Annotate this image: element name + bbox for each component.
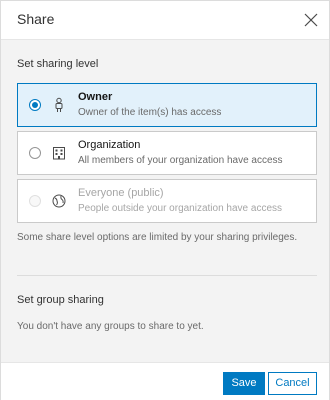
everyone-description: People outside your organization have ac… xyxy=(78,203,283,214)
dialog-title: Share xyxy=(17,11,55,27)
everyone-label: Everyone (public) xyxy=(78,187,164,199)
dialog-footer: Save Cancel xyxy=(1,362,329,400)
owner-description: Owner of the item(s) has access xyxy=(78,107,222,118)
sharing-privileges-note: Some share level options are limited by … xyxy=(17,232,298,243)
owner-radio[interactable] xyxy=(29,99,41,111)
sharing-option-organization[interactable]: Organization All members of your organiz… xyxy=(17,131,317,175)
sharing-option-everyone: Everyone (public) People outside your or… xyxy=(17,179,317,223)
organization-description: All members of your organization have ac… xyxy=(78,155,283,166)
save-button[interactable]: Save xyxy=(223,372,265,395)
everyone-radio xyxy=(29,195,41,207)
dialog-content: Set sharing level Owner Owner of the ite… xyxy=(1,40,329,362)
group-sharing-note: You don't have any groups to share to ye… xyxy=(17,321,204,332)
building-icon xyxy=(51,145,67,161)
cancel-button[interactable]: Cancel xyxy=(268,372,317,395)
sharing-option-owner[interactable]: Owner Owner of the item(s) has access xyxy=(17,83,317,127)
organization-label: Organization xyxy=(78,139,141,151)
globe-icon xyxy=(51,193,67,209)
dialog-header: Share xyxy=(1,1,329,40)
section-divider xyxy=(17,275,317,276)
owner-label: Owner xyxy=(78,91,113,103)
close-button[interactable] xyxy=(302,11,320,29)
person-icon xyxy=(51,97,67,113)
organization-radio[interactable] xyxy=(29,147,41,159)
share-dialog: Share Set sharing level Owner Owner of t xyxy=(0,0,330,400)
close-icon xyxy=(304,13,318,27)
sharing-level-title: Set sharing level xyxy=(17,58,99,70)
group-sharing-title: Set group sharing xyxy=(17,294,104,306)
